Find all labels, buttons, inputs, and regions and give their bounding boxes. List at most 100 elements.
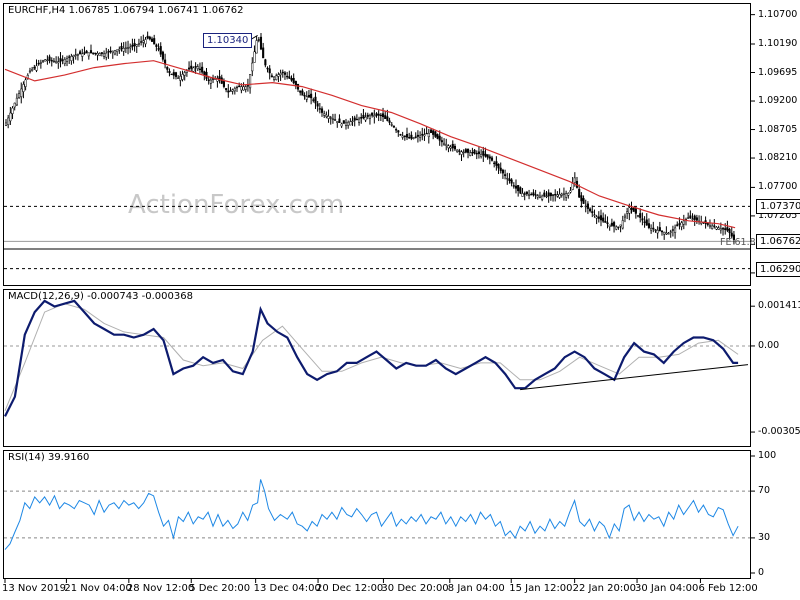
candle-body	[338, 118, 341, 123]
candle	[414, 132, 417, 139]
candle	[37, 59, 40, 66]
candle-body	[249, 74, 252, 89]
candle-body	[392, 126, 395, 128]
candle-body	[325, 114, 328, 117]
candle	[142, 34, 145, 48]
candle	[419, 131, 422, 142]
candle-body	[652, 227, 655, 230]
candle	[708, 219, 712, 229]
candle	[188, 61, 191, 72]
candle-body	[89, 50, 93, 54]
candle-body	[443, 142, 446, 145]
candle-body	[76, 54, 79, 56]
candle	[676, 221, 679, 227]
candle-body	[545, 195, 548, 198]
candle	[235, 85, 239, 92]
candle	[530, 192, 533, 196]
candle-body	[188, 67, 191, 70]
candle	[61, 55, 64, 65]
candle	[314, 92, 317, 110]
candle	[403, 135, 406, 141]
candle	[87, 52, 90, 60]
candle	[312, 97, 315, 103]
candle-body	[347, 121, 350, 126]
candle	[669, 229, 672, 238]
candle-body	[521, 193, 524, 197]
candle	[70, 53, 73, 65]
candle	[405, 127, 409, 141]
candle-body	[403, 135, 406, 137]
candle-body	[257, 39, 260, 41]
candle-body	[480, 154, 483, 157]
candle	[74, 48, 77, 60]
candle	[225, 88, 228, 93]
candle-body	[98, 53, 101, 57]
candle-body	[198, 68, 202, 70]
candle-body	[148, 36, 151, 40]
candle-body	[83, 52, 86, 54]
candle	[31, 66, 34, 72]
x-tick-label: 30 Jan 04:00	[635, 583, 699, 594]
candle	[613, 220, 616, 233]
candle	[534, 189, 537, 200]
candle	[660, 230, 664, 236]
candle-body	[266, 67, 269, 70]
candle-body	[543, 192, 546, 197]
candle-body	[270, 75, 273, 78]
candle	[698, 215, 701, 225]
candle	[652, 221, 655, 233]
candle	[460, 150, 463, 162]
candle-body	[81, 53, 84, 57]
candle	[48, 54, 51, 64]
candle-body	[680, 222, 683, 227]
candle-body	[299, 90, 302, 93]
candle-body	[307, 94, 310, 98]
candle-body	[126, 47, 130, 49]
candle	[325, 111, 328, 119]
candle	[105, 47, 108, 61]
candle-body	[641, 218, 644, 221]
rsi-line	[4, 479, 739, 550]
candle-body	[327, 116, 330, 119]
candle	[146, 31, 149, 40]
candle	[619, 224, 622, 233]
candle-body	[105, 52, 108, 58]
candle	[257, 37, 260, 43]
candle	[288, 70, 291, 80]
candle	[626, 207, 629, 220]
candle	[560, 192, 563, 198]
candle-body	[599, 215, 603, 221]
candle-body	[647, 223, 650, 228]
candle-body	[440, 140, 443, 143]
x-tick-label: 6 Feb 12:00	[698, 583, 758, 594]
candle	[118, 46, 121, 54]
candle	[294, 80, 297, 90]
candle	[100, 52, 103, 57]
candle	[303, 92, 306, 100]
candle-body	[290, 78, 293, 81]
candle	[268, 65, 271, 80]
candle-body	[549, 192, 552, 197]
candle	[310, 88, 313, 105]
candle-body	[497, 163, 500, 169]
candle-body	[713, 225, 716, 227]
candle-body	[225, 88, 228, 91]
candle-body	[116, 49, 119, 53]
candle	[519, 186, 522, 195]
candle	[469, 149, 472, 157]
candle	[292, 73, 295, 85]
candle-body	[597, 216, 600, 219]
macd-tick-label: -0.003055	[758, 426, 800, 438]
candle-body	[79, 51, 82, 55]
candle-body	[671, 229, 674, 231]
candle	[582, 195, 585, 204]
candle-body	[377, 113, 380, 116]
candle-body	[525, 191, 528, 195]
candle	[351, 116, 354, 126]
candle-body	[174, 72, 178, 77]
candle-body	[253, 51, 256, 63]
candle-body	[233, 88, 236, 92]
candle	[113, 49, 117, 56]
candle	[508, 173, 511, 184]
candle-body	[484, 153, 487, 157]
